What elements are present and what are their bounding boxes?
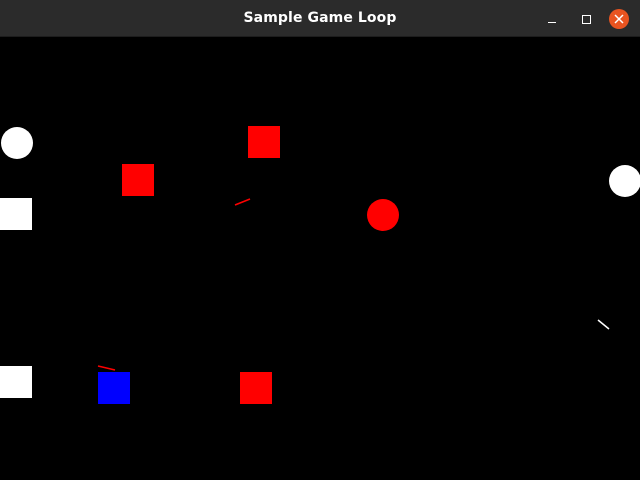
- white-square-entity: [0, 366, 32, 398]
- game-window: Sample Game Loop: [0, 0, 640, 480]
- close-icon: [614, 14, 624, 24]
- white-circle-entity: [1, 127, 33, 159]
- white-projectile: [597, 319, 610, 330]
- red-square-entity: [122, 164, 154, 196]
- minimize-button[interactable]: [541, 8, 563, 30]
- maximize-button[interactable]: [575, 8, 597, 30]
- white-square-entity: [0, 198, 32, 230]
- red-projectile: [234, 198, 251, 206]
- game-canvas[interactable]: [0, 37, 640, 480]
- minimize-icon: [548, 21, 556, 23]
- player-blue-square: [98, 372, 130, 404]
- red-projectile: [97, 365, 116, 371]
- close-button-circle: [609, 9, 629, 29]
- red-circle-entity: [367, 199, 399, 231]
- red-square-entity: [240, 372, 272, 404]
- title-bar[interactable]: Sample Game Loop: [0, 0, 640, 37]
- maximize-icon: [581, 14, 591, 24]
- close-button[interactable]: [608, 8, 630, 30]
- white-circle-entity: [609, 165, 640, 197]
- red-square-entity: [248, 126, 280, 158]
